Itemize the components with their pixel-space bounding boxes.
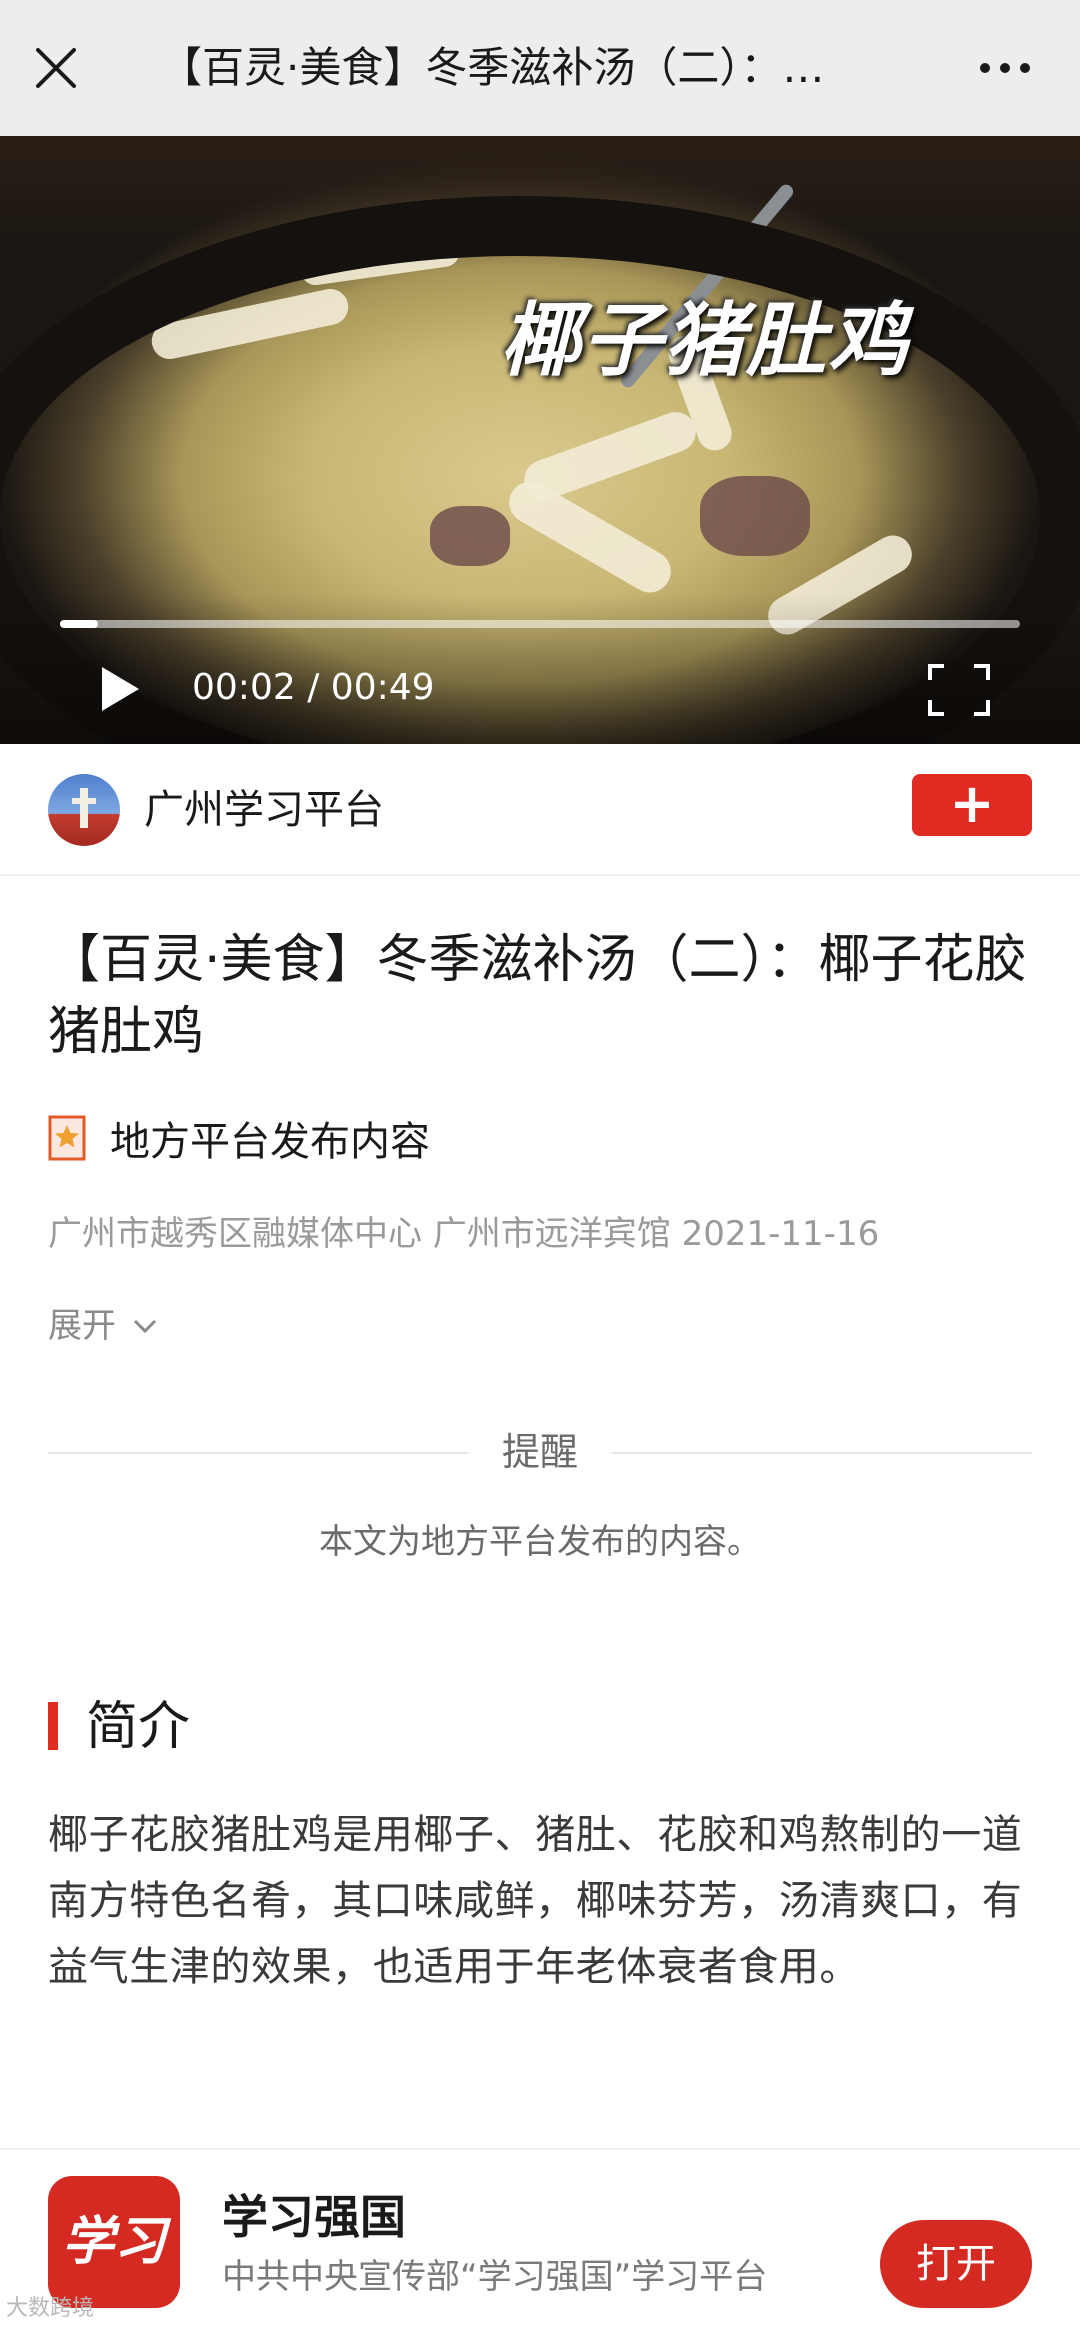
open-app-button[interactable]: 打开 [880, 2220, 1032, 2308]
close-icon[interactable] [30, 42, 82, 94]
app-name: 学习强国 [222, 2190, 406, 2244]
chevron-down-icon [133, 1319, 157, 1334]
more-icon[interactable] [976, 48, 1034, 88]
section-heading: 简介 [86, 1697, 191, 1757]
article-meta: 广州市越秀区融媒体中心 广州市远洋宾馆 2021-11-16 [48, 1214, 880, 1254]
app-description: 中共中央宣传部“学习强国”学习平台 [222, 2257, 768, 2297]
fullscreen-icon[interactable] [926, 662, 992, 718]
intro-text: 椰子花胶猪肚鸡是用椰子、猪肚、花胶和鸡熬制的一道南方特色名肴，其口味咸鲜，椰味芬… [48, 1812, 1023, 1990]
star-badge-icon [48, 1115, 86, 1161]
tag-text: 地方平台发布内容 [110, 1119, 430, 1165]
article-title: 【百灵·美食】冬季滋补汤（二）：椰子花胶猪肚鸡 [48, 930, 1027, 1062]
time-current: 00:02 [192, 667, 296, 708]
expand-button[interactable]: 展开 [48, 1298, 158, 1354]
play-icon[interactable] [98, 664, 142, 714]
tag-row: 地方平台发布内容 [48, 1108, 430, 1168]
account-bar: 广州学习平台 + [0, 744, 1080, 876]
top-nav-bar: 【百灵·美食】冬季滋补汤（二）：… [0, 0, 1080, 136]
video-progress-fill [60, 620, 99, 628]
avatar[interactable] [48, 774, 120, 846]
follow-button[interactable]: + [912, 774, 1032, 836]
account-name[interactable]: 广州学习平台 [144, 780, 384, 840]
notice-body: 本文为地方平台发布的内容。 [319, 1522, 761, 1562]
page-title: 【百灵·美食】冬季滋补汤（二）：… [160, 43, 825, 92]
time-total: 00:49 [330, 667, 435, 708]
avatar-tower-deck [72, 798, 96, 804]
app-banner: 学习 学习强国 中共中央宣传部“学习强国”学习平台 打开 [0, 2148, 1080, 2327]
expand-label: 展开 [48, 1306, 116, 1346]
avatar-tower [80, 788, 88, 828]
video-progress-bar[interactable] [60, 620, 1020, 628]
video-time: 00:02 / 00:49 [192, 660, 435, 716]
video-caption: 椰子猪肚鸡 [500, 293, 910, 387]
section-accent-bar [48, 1702, 58, 1750]
watermark: 大数跨境 [6, 2296, 95, 2321]
time-separator: / [307, 667, 320, 708]
video-player[interactable]: 椰子猪肚鸡 00:02 / 00:49 [0, 136, 1080, 744]
app-logo[interactable]: 学习 [48, 2176, 180, 2308]
video-controls [0, 594, 1080, 744]
notice-title: 提醒 [501, 1430, 578, 1474]
